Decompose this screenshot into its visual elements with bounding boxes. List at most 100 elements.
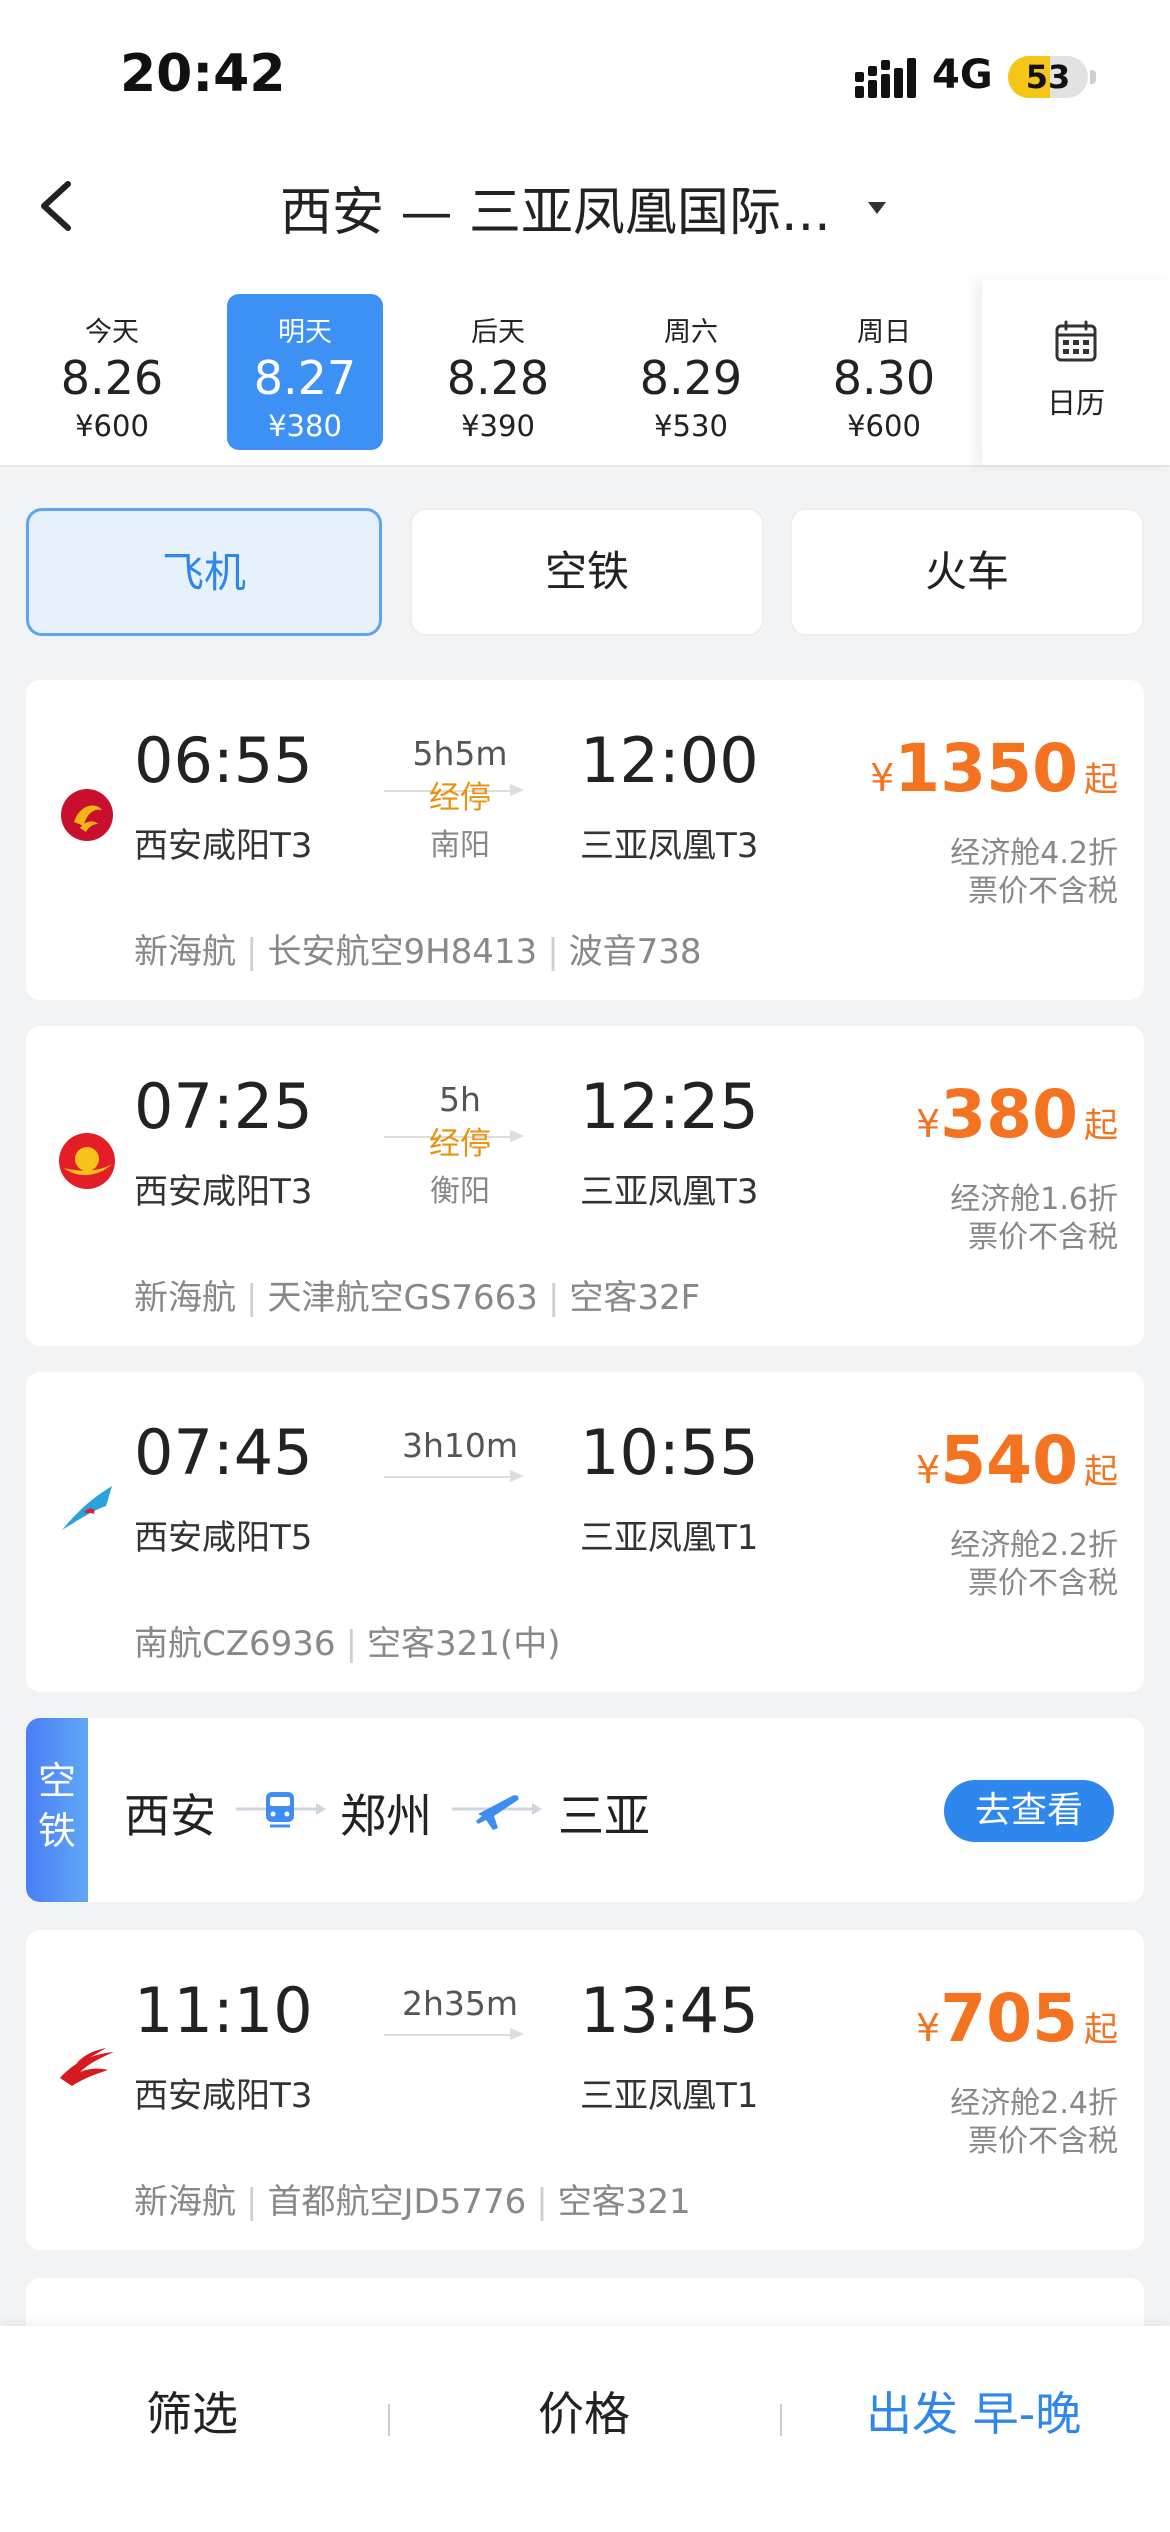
date-selector: 今天 8.26 ¥600 明天 8.27 ¥380 后天 8.28 ¥390 周… (0, 280, 1170, 467)
departure-airport: 西安咸阳T3 (134, 826, 313, 866)
flight-meta: 新海航 | 长安航空9H8413 | 波音738 (134, 924, 702, 973)
toolbar-divider (780, 2404, 782, 2436)
price-currency: ¥ (870, 756, 895, 800)
arrival-airport: 三亚凤凰T3 (580, 826, 759, 866)
tax-note: 票价不含税 (968, 874, 1118, 909)
date-item[interactable]: 周六 8.29 ¥530 (613, 294, 769, 450)
air-rail-tag: 空铁 (26, 1718, 88, 1902)
date-price: ¥530 (654, 409, 728, 443)
network-type: 4G (932, 52, 993, 98)
arrival-time: 12:00 (580, 724, 759, 797)
date-item[interactable]: 后天 8.28 ¥390 (420, 294, 576, 450)
tab-air-rail[interactable]: 空铁 (410, 508, 764, 636)
flight-card[interactable]: 07:45 3h10m 10:55 西安咸阳T5 三亚凤凰T1 ¥540 起 经济… (26, 1372, 1144, 1692)
tianjin-airlines-logo-icon (59, 1133, 115, 1189)
price-amount: 705 (940, 1980, 1078, 2057)
calendar-button[interactable]: 日历 (982, 280, 1170, 465)
aircraft-type: 波音738 (568, 932, 702, 972)
tab-train[interactable]: 火车 (790, 508, 1144, 636)
status-time: 20:42 (120, 44, 286, 104)
aircraft-type: 空客32F (569, 1278, 701, 1318)
date-item-selected[interactable]: 明天 8.27 ¥380 (227, 294, 383, 450)
departure-time: 07:25 (134, 1070, 313, 1143)
route-arrow (510, 2028, 524, 2040)
arrival-airport: 三亚凤凰T1 (580, 1518, 759, 1558)
date-weekday: 明天 (278, 317, 332, 348)
filter-button[interactable]: 筛选 (146, 2378, 238, 2444)
date-price: ¥390 (461, 409, 535, 443)
departure-time: 06:55 (134, 724, 313, 797)
separator: | (547, 932, 559, 972)
date-weekday: 后天 (471, 317, 525, 348)
back-arrow-icon[interactable] (30, 176, 86, 236)
sort-departure-button[interactable]: 出发 早-晚 (866, 2378, 1081, 2444)
route-line (384, 1476, 514, 1478)
flight-number: 长安航空9H8413 (267, 932, 538, 972)
departure-airport: 西安咸阳T3 (134, 1172, 313, 1212)
rail-transfer-city: 郑州 (340, 1789, 432, 1843)
price-currency: ¥ (916, 2006, 941, 2050)
rail-origin-city: 西安 (124, 1789, 216, 1843)
toolbar-divider (388, 2404, 390, 2436)
date-number: 8.28 (446, 351, 550, 405)
stopover-city: 衡阳 (430, 1174, 490, 1209)
date-item[interactable]: 周日 8.30 ¥600 (806, 294, 962, 450)
date-number: 8.29 (639, 351, 743, 405)
bottom-toolbar: 筛选 价格 出发 早-晚 (0, 2326, 1170, 2532)
stopover-label: 经停 (429, 780, 491, 816)
date-number: 8.30 (832, 351, 936, 405)
flight-card[interactable]: 06:55 5h5m 经停 南阳 12:00 西安咸阳T3 三亚凤凰T3 ¥13… (26, 680, 1144, 1000)
status-bar: 20:42 4G 53 (0, 0, 1170, 150)
tax-note: 票价不含税 (968, 2124, 1118, 2159)
view-air-rail-button[interactable]: 去查看 (944, 1780, 1114, 1842)
plane-icon (452, 1795, 542, 1830)
china-southern-logo-icon (62, 1486, 112, 1530)
price-suffix: 起 (1084, 1106, 1118, 1146)
tax-note: 票价不含税 (968, 1220, 1118, 1255)
tab-flight[interactable]: 飞机 (26, 508, 382, 636)
flight-price: ¥1350 起 (870, 730, 1118, 807)
price-suffix: 起 (1084, 760, 1118, 800)
separator: | (246, 1278, 258, 1318)
stopover-city: 南阳 (430, 828, 490, 863)
separator: | (547, 1278, 560, 1318)
flight-number: 天津航空GS7663 (267, 1278, 538, 1318)
flight-duration: 2h35m (401, 1984, 519, 2023)
chevron-down-icon[interactable] (868, 202, 886, 214)
air-rail-banner[interactable]: 空铁 西安 郑州 三亚 去查看 (26, 1718, 1144, 1902)
route-line (384, 2034, 514, 2036)
route-title[interactable]: 西安 — 三亚凤凰国际... (280, 170, 870, 245)
date-price: ¥380 (268, 409, 342, 443)
departure-airport: 西安咸阳T5 (134, 1518, 313, 1558)
date-number: 8.26 (60, 351, 164, 405)
seller-name: 新海航 (134, 2182, 236, 2222)
calendar-icon (1055, 320, 1097, 362)
arrival-time: 10:55 (580, 1416, 759, 1489)
arrival-time: 13:45 (580, 1974, 759, 2047)
flight-card[interactable]: 07:25 5h 经停 衡阳 12:25 西安咸阳T3 三亚凤凰T3 ¥380 起… (26, 1026, 1144, 1346)
price-amount: 1350 (894, 730, 1078, 807)
sort-price-button[interactable]: 价格 (538, 2378, 630, 2444)
flight-card[interactable]: 11:10 2h35m 13:45 西安咸阳T3 三亚凤凰T1 ¥705 起 经济… (26, 1930, 1144, 2250)
separator: | (246, 2182, 258, 2222)
departure-time: 11:10 (134, 1974, 313, 2047)
tax-note: 票价不含税 (968, 1566, 1118, 1601)
seller-name: 新海航 (134, 932, 236, 972)
departure-time: 07:45 (134, 1416, 313, 1489)
date-price: ¥600 (75, 409, 149, 443)
price-suffix: 起 (1084, 1452, 1118, 1492)
date-item[interactable]: 今天 8.26 ¥600 (34, 294, 190, 450)
flight-price: ¥540 起 (916, 1422, 1118, 1499)
price-currency: ¥ (916, 1448, 941, 1492)
arrival-airport: 三亚凤凰T3 (580, 1172, 759, 1212)
date-weekday: 周六 (664, 317, 718, 348)
arrival-time: 12:25 (580, 1070, 759, 1143)
flight-number: 南航CZ6936 (134, 1624, 336, 1664)
flight-number: 首都航空JD5776 (267, 2182, 527, 2222)
signal-icon (855, 58, 916, 98)
flight-meta: 南航CZ6936 | 空客321(中) (134, 1616, 560, 1665)
price-suffix: 起 (1084, 2010, 1118, 2050)
price-currency: ¥ (916, 1102, 941, 1146)
route-arrow (510, 1470, 524, 1482)
train-icon (236, 1792, 326, 1828)
